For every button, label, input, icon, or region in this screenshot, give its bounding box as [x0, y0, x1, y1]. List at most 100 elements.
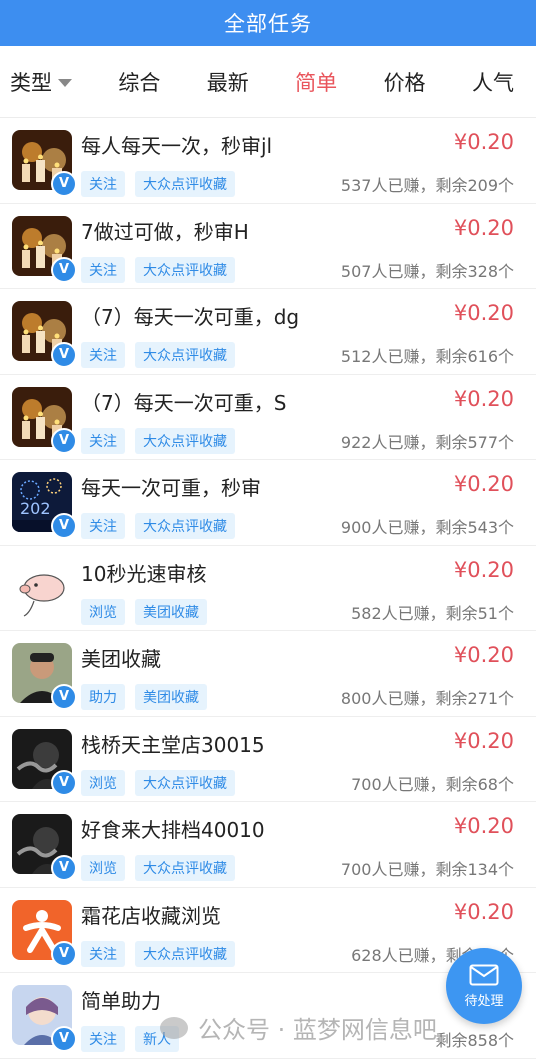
task-title: 简单助力 — [81, 989, 161, 1013]
verified-badge-icon: V — [51, 769, 77, 796]
task-tag: 大众点评收藏 — [135, 427, 235, 454]
svg-text:202: 202 — [20, 499, 51, 518]
task-title: （7）每天一次可重，S — [81, 390, 287, 415]
verified-badge-icon: V — [51, 342, 77, 368]
tab-simple[interactable]: 简单 — [295, 67, 337, 97]
task-tag: 关注 — [81, 171, 125, 197]
task-tags: 关注 大众点评收藏 — [81, 171, 235, 197]
wechat-icon — [160, 1016, 188, 1039]
task-row[interactable]: V 7做过可做，秒审H ¥0.20 关注 大众点评收藏 507人已赚，剩余328个 — [0, 204, 536, 289]
task-row[interactable]: V 每人每天一次，秒审jl ¥0.20 关注 大众点评收藏 537人已赚，剩余209个 — [0, 118, 536, 204]
task-tags: 浏览 大众点评收藏 — [81, 769, 235, 796]
task-stats: 512人已赚，剩余616个 — [341, 343, 514, 367]
remaining-count: 剩余328个 — [435, 261, 514, 281]
tab-type[interactable]: 类型 — [10, 67, 72, 97]
remaining-count: 剩余616个 — [435, 347, 514, 366]
task-price: ¥0.20 — [453, 472, 514, 496]
task-title: 栈桥天主堂店30015 — [81, 732, 265, 757]
earned-count: 537人已赚， — [340, 176, 436, 195]
filter-tabs: 类型 综合 最新 简单 价格 人气 — [0, 46, 536, 118]
task-price: ¥0.20 — [453, 215, 514, 240]
task-price: ¥0.20 — [453, 386, 514, 411]
task-stats: 700人已赚，剩余68个 — [351, 771, 514, 795]
verified-badge-icon: V — [51, 1026, 77, 1052]
pending-label: 待处理 — [464, 993, 504, 1009]
task-tag: 关注 — [81, 256, 125, 283]
task-stats: 剩余858个 — [435, 1027, 514, 1051]
remaining-count: 剩余543个 — [435, 518, 514, 537]
task-tag: 浏览 — [81, 769, 125, 796]
task-tag: 大众点评收藏 — [135, 171, 235, 197]
task-stats: 537人已赚，剩余209个 — [341, 172, 514, 196]
task-tags: 关注 大众点评收藏 — [81, 256, 235, 283]
task-tag: 浏览 — [81, 598, 125, 625]
task-title: 霜花店收藏浏览 — [81, 903, 221, 928]
task-row[interactable]: V （7）每天一次可重，S ¥0.20 关注 大众点评收藏 922人已赚，剩余577个 — [0, 375, 536, 460]
task-row[interactable]: V 美团收藏 ¥0.20 助力 美团收藏 800人已赚，剩余271个 — [0, 631, 536, 717]
task-stats: 700人已赚，剩余134个 — [341, 856, 514, 880]
earned-count: 582人已赚， — [351, 603, 446, 623]
task-stats: 900人已赚，剩余543个 — [341, 514, 514, 538]
verified-badge-icon: V — [51, 855, 77, 881]
task-stats: 800人已赚，剩余271个 — [341, 685, 514, 709]
earned-count: 700人已赚， — [351, 774, 446, 794]
task-tags: 浏览 大众点评收藏 — [81, 855, 235, 881]
header-bar: 全部任务 — [0, 0, 536, 46]
tab-comprehensive[interactable]: 综合 — [118, 67, 160, 97]
task-price: ¥0.20 — [453, 130, 514, 154]
task-tag: 大众点评收藏 — [135, 513, 235, 539]
remaining-count: 剩余209个 — [435, 176, 514, 195]
task-tag: 大众点评收藏 — [135, 256, 235, 283]
remaining-count: 剩余51个 — [445, 603, 514, 623]
task-tag: 大众点评收藏 — [135, 342, 235, 368]
task-row[interactable]: V 栈桥天主堂店30015 ¥0.20 浏览 大众点评收藏 700人已赚，剩余68个 — [0, 717, 536, 802]
verified-badge-icon: V — [51, 427, 77, 454]
task-title: （7）每天一次可重，dg — [81, 305, 300, 329]
task-tag: 关注 — [81, 940, 125, 967]
task-title: 每人每天一次，秒审jl — [81, 134, 273, 158]
task-price: ¥0.20 — [453, 643, 514, 667]
task-title: 好食来大排档40010 — [81, 818, 265, 842]
task-tag: 关注 — [81, 427, 125, 454]
task-price: ¥0.20 — [453, 557, 514, 582]
watermark: 公众号 · 蓝梦网信息吧 — [160, 1010, 437, 1045]
task-title: 每天一次可重，秒审 — [81, 476, 261, 500]
task-row[interactable]: V （7）每天一次可重，dg ¥0.20 关注 大众点评收藏 512人已赚，剩余616个 — [0, 289, 536, 375]
tab-latest[interactable]: 最新 — [207, 67, 249, 97]
task-price: ¥0.20 — [453, 301, 514, 325]
task-row[interactable]: 10秒光速审核 ¥0.20 浏览 美团收藏 582人已赚，剩余51个 — [0, 546, 536, 631]
task-tag: 大众点评收藏 — [135, 940, 235, 967]
pending-button[interactable]: 待处理 — [446, 948, 522, 1024]
earned-count: 700人已赚， — [340, 860, 436, 879]
verified-badge-icon: V — [51, 171, 77, 197]
remaining-count: 剩余271个 — [435, 689, 514, 708]
task-list: V 每人每天一次，秒审jl ¥0.20 关注 大众点评收藏 537人已赚，剩余209个 V 7… — [0, 118, 536, 1059]
tab-price[interactable]: 价格 — [384, 67, 426, 97]
remaining-count: 剩余134个 — [435, 860, 514, 879]
tab-popularity[interactable]: 人气 — [472, 67, 514, 97]
task-title: 7做过可做，秒审H — [81, 219, 249, 244]
verified-badge-icon: V — [51, 940, 77, 967]
task-tags: 浏览 美团收藏 — [81, 598, 207, 625]
task-tag: 大众点评收藏 — [135, 769, 235, 796]
task-tags: 关注 大众点评收藏 — [81, 940, 235, 967]
verified-badge-icon: V — [51, 684, 77, 710]
earned-count: 900人已赚， — [340, 518, 436, 537]
task-row[interactable]: V 好食来大排档40010 ¥0.20 浏览 大众点评收藏 700人已赚，剩余134个 — [0, 802, 536, 888]
task-tag: 美团收藏 — [135, 684, 207, 710]
task-row[interactable]: 202 V 每天一次可重，秒审 ¥0.20 关注 大众点评收藏 900人已赚，剩余543个 — [0, 460, 536, 546]
remaining-count: 剩余68个 — [445, 774, 514, 794]
task-tags: 关注 大众点评收藏 — [81, 427, 235, 454]
remaining-count: 剩余577个 — [435, 432, 514, 452]
task-tag: 美团收藏 — [135, 598, 207, 625]
verified-badge-icon: V — [51, 256, 77, 283]
task-tag: 浏览 — [81, 855, 125, 881]
task-tags: 关注 大众点评收藏 — [81, 342, 235, 368]
task-tag: 关注 — [81, 513, 125, 539]
task-stats: 582人已赚，剩余51个 — [351, 600, 514, 624]
task-title: 美团收藏 — [81, 647, 161, 671]
task-price: ¥0.20 — [453, 814, 514, 838]
earned-count: 512人已赚， — [340, 347, 436, 366]
task-tag: 大众点评收藏 — [135, 855, 235, 881]
task-tag: 关注 — [81, 342, 125, 368]
